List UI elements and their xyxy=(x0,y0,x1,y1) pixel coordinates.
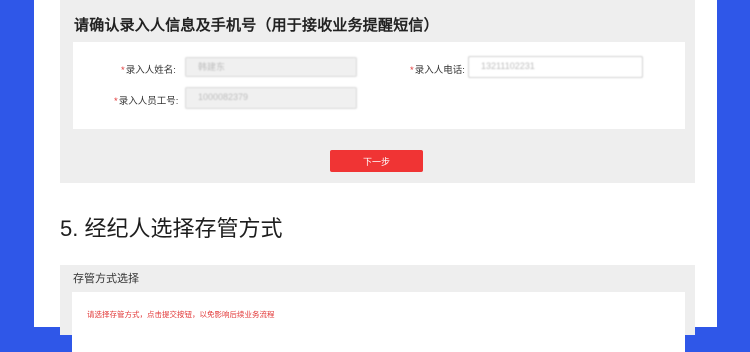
phone-label: *录入人电话: xyxy=(410,65,465,76)
step-heading: 5. 经纪人选择存管方式 xyxy=(60,216,283,241)
required-mark: * xyxy=(114,96,118,107)
name-label: *录入人姓名: xyxy=(121,65,176,76)
info-form-card: *录入人姓名: 韩建东 *录入人电话: 13211102231 *录入人员工号:… xyxy=(73,42,685,129)
name-field: 韩建东 xyxy=(185,57,357,77)
phone-input[interactable]: 13211102231 xyxy=(468,56,643,78)
employee-number-field: 1000082379 xyxy=(185,87,357,109)
employee-number-label: *录入人员工号: xyxy=(114,96,179,107)
confirm-info-panel: 请确认录入人信息及手机号（用于接收业务提醒短信） *录入人姓名: 韩建东 *录入… xyxy=(60,0,695,183)
required-mark: * xyxy=(121,65,125,76)
custody-method-panel: 存管方式选择 请选择存管方式，点击提交按钮，以免影响后续业务流程 xyxy=(60,265,695,352)
custody-method-card: 请选择存管方式，点击提交按钮，以免影响后续业务流程 xyxy=(72,292,685,352)
confirm-info-title: 请确认录入人信息及手机号（用于接收业务提醒短信） xyxy=(74,17,439,34)
required-mark: * xyxy=(410,65,414,76)
page-content: 请确认录入人信息及手机号（用于接收业务提醒短信） *录入人姓名: 韩建东 *录入… xyxy=(34,0,717,352)
custody-method-title: 存管方式选择 xyxy=(73,273,139,285)
next-step-button[interactable]: 下一步 xyxy=(330,150,423,172)
custody-warning-text: 请选择存管方式，点击提交按钮，以免影响后续业务流程 xyxy=(87,310,275,319)
